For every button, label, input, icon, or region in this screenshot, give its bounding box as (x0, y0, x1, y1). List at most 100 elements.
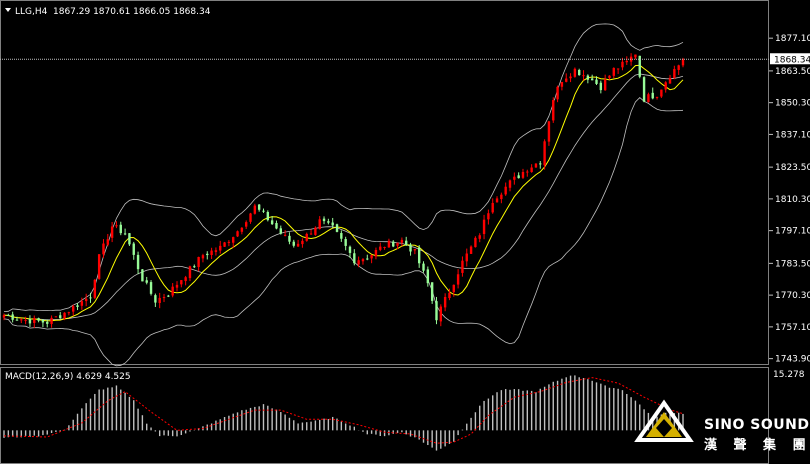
candle (556, 85, 559, 103)
brand-name-chinese: 漢 聲 集 團 (704, 437, 810, 453)
candle (106, 233, 109, 247)
candle (534, 163, 538, 168)
candle (612, 67, 616, 79)
candle (132, 241, 135, 260)
candle (309, 229, 313, 235)
candle (478, 233, 481, 243)
candle (426, 266, 430, 287)
candle (110, 221, 114, 243)
price-tick-label: 1810.30 (775, 195, 810, 205)
candle (262, 208, 265, 213)
macd-ytick-top: 15.278 (773, 370, 805, 380)
candle (361, 258, 365, 265)
candle (625, 56, 628, 65)
candle (84, 293, 88, 307)
candle (136, 251, 140, 275)
price-axis: 1877.10 1863.50 1850.30 1837.10 1823.50 1810.… (769, 34, 810, 365)
candle (526, 169, 529, 177)
candle (482, 214, 486, 240)
price-tick-label: 1863.50 (775, 67, 810, 77)
bollinger-middle-band (3, 73, 684, 321)
candle (673, 65, 676, 80)
candle (201, 253, 205, 263)
candle (249, 212, 252, 224)
candle (335, 223, 339, 233)
candle (642, 76, 646, 103)
candle (383, 246, 386, 250)
brand-name: SINO SOUND (704, 417, 809, 433)
candle (223, 241, 226, 247)
candle (491, 198, 494, 214)
candle (301, 238, 304, 248)
candle (340, 230, 343, 242)
candle (500, 192, 503, 204)
macd-signal-path (3, 377, 684, 444)
candle (409, 242, 412, 256)
candle (578, 68, 581, 76)
candle (28, 315, 32, 328)
candle (279, 225, 282, 235)
candle (521, 168, 525, 179)
candle (158, 292, 161, 309)
candle (569, 73, 572, 83)
price-tick-label: 1797.10 (775, 227, 810, 237)
candle (405, 236, 408, 246)
candle (560, 81, 564, 91)
candle (240, 227, 244, 235)
candle (89, 292, 92, 303)
candle (33, 315, 36, 328)
bollinger-lower-band (3, 97, 684, 367)
candle (469, 245, 473, 254)
candle (327, 218, 330, 225)
candle (513, 172, 516, 185)
bollinger-bands (3, 23, 684, 367)
candle (413, 248, 417, 255)
candle (219, 240, 222, 254)
candle (20, 318, 23, 324)
candle (11, 311, 14, 323)
candle (210, 247, 213, 259)
symbol-title: LLG,H4 (15, 7, 48, 17)
dropdown-triangle-icon[interactable] (5, 8, 11, 12)
candle (474, 236, 477, 248)
candle (539, 161, 542, 169)
candle (188, 265, 192, 282)
candle (175, 281, 179, 292)
candle (374, 247, 378, 260)
candle (180, 280, 183, 288)
candle (370, 254, 373, 264)
candle (677, 64, 680, 75)
candle (76, 303, 79, 311)
macd-histogram (3, 375, 684, 451)
candle (71, 304, 75, 316)
candle (275, 220, 278, 230)
candle (322, 216, 326, 225)
price-tick-label: 1823.50 (775, 163, 810, 173)
candle (353, 249, 356, 266)
candle (288, 232, 291, 245)
candle (54, 316, 58, 318)
candle (655, 96, 659, 100)
candle (439, 304, 443, 327)
candle (236, 230, 239, 238)
price-tick-label: 1743.90 (775, 355, 810, 365)
candle (123, 228, 127, 236)
ma-line (3, 64, 684, 322)
candle (296, 239, 300, 248)
candle (214, 247, 218, 256)
trading-chart: LLG,H4 1867.29 1870.61 1866.05 1868.34 1… (0, 0, 810, 464)
candle (517, 172, 520, 179)
current-price-label: 1868.34 (774, 55, 810, 65)
candle (495, 196, 499, 203)
candle (616, 68, 620, 74)
candle (292, 239, 295, 248)
candle (197, 256, 200, 272)
candle (664, 81, 667, 93)
candle (465, 248, 468, 267)
candle (435, 296, 438, 325)
candle (660, 89, 663, 98)
bollinger-upper-band (3, 23, 684, 312)
price-tick-label: 1850.30 (775, 99, 810, 109)
candle (603, 74, 607, 91)
candle (257, 204, 261, 212)
